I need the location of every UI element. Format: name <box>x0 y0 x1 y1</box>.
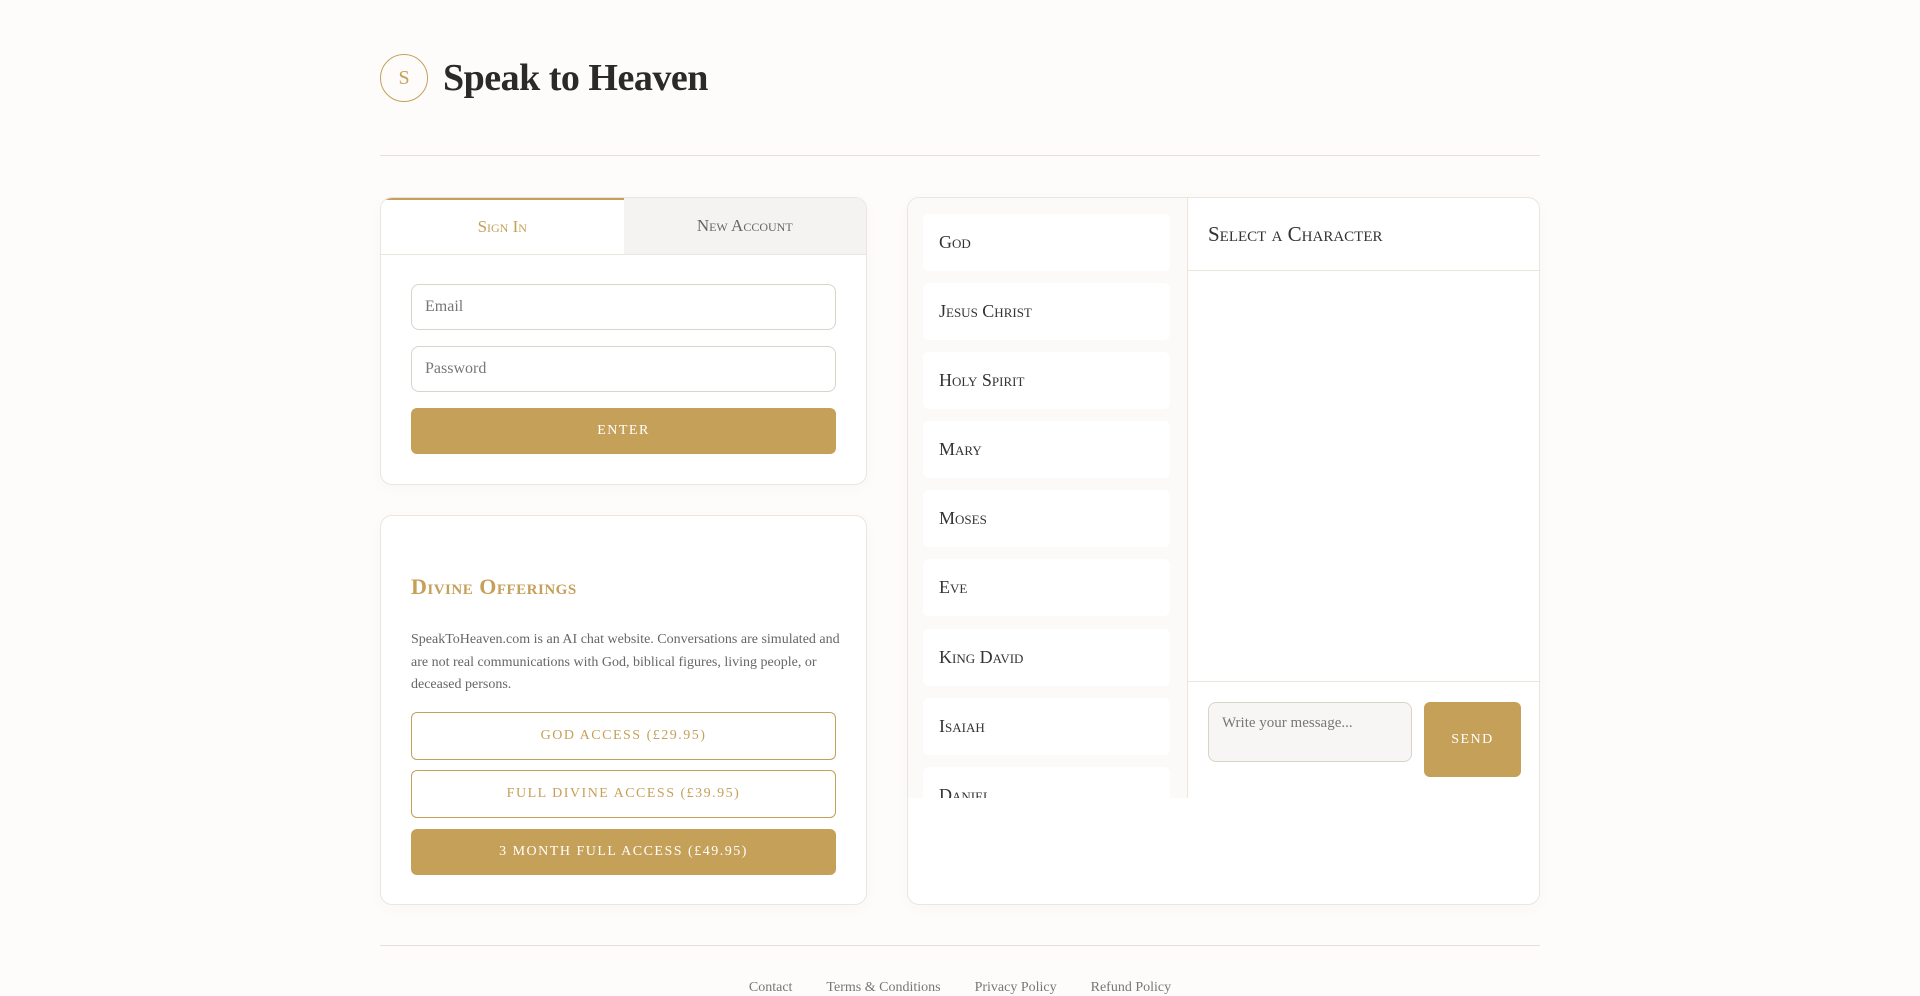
offerings-title: Divine Offerings <box>411 574 577 599</box>
password-input[interactable] <box>411 346 836 392</box>
offerings-card: Divine Offerings SpeakToHeaven.com is an… <box>380 515 867 905</box>
character-item-holy-spirit[interactable]: Holy Spirit <box>923 352 1170 409</box>
three-month-access-button[interactable]: 3 MONTH FULL ACCESS (£49.95) <box>411 829 836 875</box>
auth-tabs: Sign In New Account <box>381 198 866 255</box>
auth-card: Sign In New Account ENTER <box>380 197 867 485</box>
message-input[interactable] <box>1208 702 1412 762</box>
email-input[interactable] <box>411 284 836 330</box>
character-item-moses[interactable]: Moses <box>923 490 1170 547</box>
tab-sign-in[interactable]: Sign In <box>381 198 624 254</box>
logo[interactable]: S <box>380 54 428 102</box>
header-divider <box>380 155 1540 156</box>
footer-link-terms[interactable]: Terms & Conditions <box>826 980 940 996</box>
character-item-jesus-christ[interactable]: Jesus Christ <box>923 283 1170 340</box>
character-item-eve[interactable]: Eve <box>923 559 1170 616</box>
chat-messages <box>1188 271 1539 681</box>
footer-link-privacy[interactable]: Privacy Policy <box>975 980 1057 996</box>
chat-composer: SEND <box>1188 681 1539 798</box>
enter-button[interactable]: ENTER <box>411 408 836 454</box>
site-title[interactable]: Speak to Heaven <box>443 56 708 100</box>
footer-links: Contact Terms & Conditions Privacy Polic… <box>380 980 1540 996</box>
character-list[interactable]: God Jesus Christ Holy Spirit Mary Moses … <box>908 198 1188 798</box>
chat-title: Select a Character <box>1188 198 1539 271</box>
site-header: S Speak to Heaven <box>380 53 708 103</box>
character-item-isaiah[interactable]: Isaiah <box>923 698 1170 755</box>
footer-link-contact[interactable]: Contact <box>749 980 793 996</box>
footer-link-refund[interactable]: Refund Policy <box>1091 980 1172 996</box>
chat-panel: God Jesus Christ Holy Spirit Mary Moses … <box>907 197 1540 905</box>
full-divine-access-button[interactable]: FULL DIVINE ACCESS (£39.95) <box>411 770 836 818</box>
logo-letter: S <box>398 66 410 89</box>
god-access-button[interactable]: GOD ACCESS (£29.95) <box>411 712 836 760</box>
footer-divider <box>380 945 1540 946</box>
character-item-mary[interactable]: Mary <box>923 421 1170 478</box>
send-button[interactable]: SEND <box>1424 702 1521 777</box>
character-item-god[interactable]: God <box>923 214 1170 271</box>
offerings-disclaimer: SpeakToHeaven.com is an AI chat website.… <box>411 632 840 692</box>
character-item-daniel[interactable]: Daniel <box>923 767 1170 798</box>
tab-new-account[interactable]: New Account <box>623 198 866 254</box>
character-item-king-david[interactable]: King David <box>923 629 1170 686</box>
